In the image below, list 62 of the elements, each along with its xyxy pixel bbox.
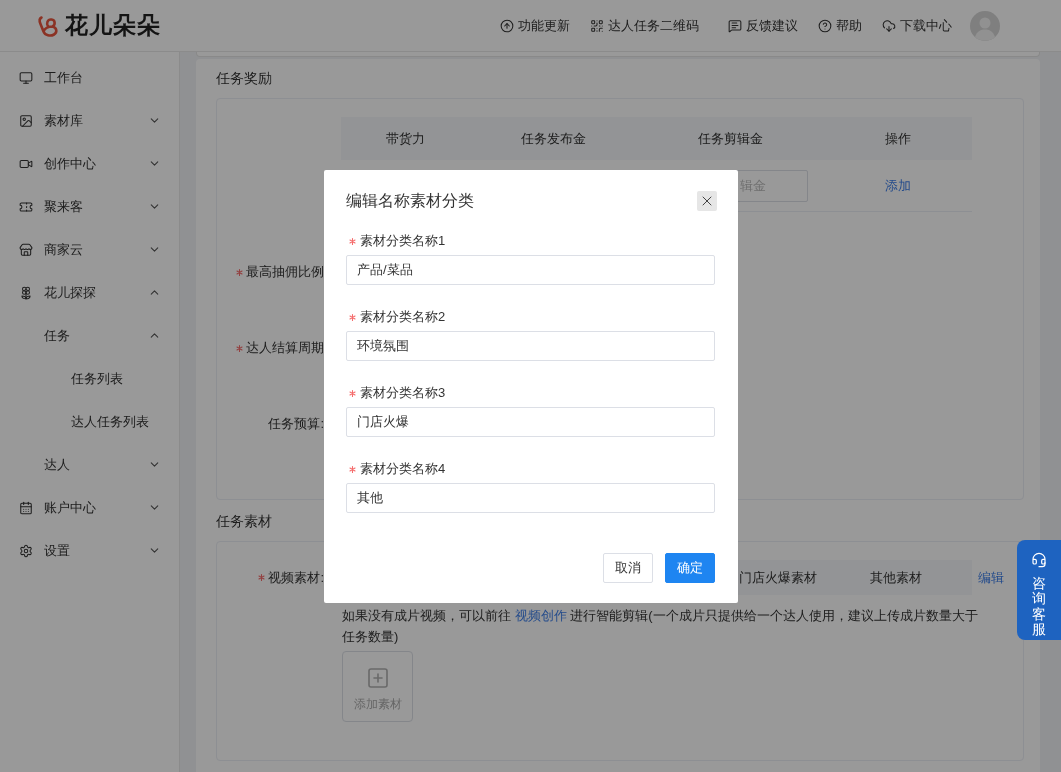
sidebar-item[interactable]: 聚来客 xyxy=(0,185,179,228)
field-label: 素材分类名称2 xyxy=(360,308,446,326)
plus-icon xyxy=(365,666,390,690)
sidebar-item[interactable]: 工作台 xyxy=(0,56,179,99)
cloud-download-icon xyxy=(882,18,896,33)
headset-icon xyxy=(1031,552,1047,568)
column-header: 操作 xyxy=(884,129,911,148)
logo-text: 花儿朵朵 xyxy=(65,11,161,40)
confirm-button[interactable]: 确定 xyxy=(665,553,715,583)
close-button[interactable] xyxy=(697,191,717,211)
image-icon xyxy=(19,113,33,128)
section-title: 任务素材 xyxy=(216,512,272,531)
store-icon xyxy=(19,242,33,257)
support-button[interactable]: 咨询客服 xyxy=(1017,540,1061,640)
column-header: 其他素材 xyxy=(870,568,922,587)
monitor-icon xyxy=(19,70,33,85)
field-label: 素材分类名称4 xyxy=(360,460,446,478)
header-link[interactable]: 帮助 xyxy=(818,16,862,35)
field-label: 素材分类名称3 xyxy=(360,384,446,402)
sidebar-item[interactable]: 素材库 xyxy=(0,99,179,142)
sidebar-item[interactable]: 任务 xyxy=(0,314,179,357)
header-link[interactable]: 达人任务二维码 xyxy=(590,16,699,35)
cancel-button[interactable]: 取消 xyxy=(603,553,653,583)
column-header: 任务发布金 xyxy=(520,129,586,148)
ticket-icon xyxy=(19,199,33,214)
header-link[interactable]: 反馈建议 xyxy=(728,16,798,35)
column-header: 门店火爆素材 xyxy=(739,568,817,587)
field-label: 任务预算: xyxy=(268,415,324,433)
sidebar-item[interactable]: 花儿探探 xyxy=(0,271,179,314)
input-field[interactable]: 其他 xyxy=(346,483,715,513)
qr-code-icon xyxy=(590,18,604,33)
column-header: 任务剪辑金 xyxy=(697,129,763,148)
header-link[interactable]: 下载中心 xyxy=(882,16,952,35)
sidebar-item[interactable]: 商家云 xyxy=(0,228,179,271)
field-label: 达人结算周期 xyxy=(246,339,324,357)
field-label: 素材分类名称1 xyxy=(360,232,446,250)
dialog-title: 编辑名称素材分类 xyxy=(346,190,474,211)
sidebar-item[interactable]: 任务列表 xyxy=(0,357,179,400)
logo-icon xyxy=(36,13,60,38)
sidebar-item[interactable]: 达人 xyxy=(0,443,179,486)
input-field[interactable]: 产品/菜品 xyxy=(346,255,715,285)
hint-text: 如果没有成片视频，可以前往 视频创作 进行智能剪辑(一个成片只提供给一个达人使用，建议上传成片数量大于任务数量) xyxy=(342,607,979,646)
input-field[interactable]: 门店火爆 xyxy=(346,407,715,437)
arrow-up-circle-icon xyxy=(500,18,514,33)
calendar-icon xyxy=(19,500,33,515)
edit-link[interactable]: 编辑 xyxy=(972,568,1004,587)
field-label: 视频素材: xyxy=(268,568,324,587)
add-link[interactable]: 添加 xyxy=(884,176,911,195)
section-title: 任务奖励 xyxy=(216,69,272,88)
sidebar-item[interactable]: 创作中心 xyxy=(0,142,179,185)
input-field[interactable]: 环境氛围 xyxy=(346,331,715,361)
column-header: 带货力 xyxy=(385,129,425,148)
flower-icon xyxy=(19,285,33,300)
settings-icon xyxy=(19,543,33,558)
video-creation-link[interactable]: 视频创作 xyxy=(514,608,567,623)
header-link[interactable]: 功能更新 xyxy=(500,16,570,35)
message-icon xyxy=(728,18,742,33)
sidebar-item[interactable]: 账户中心 xyxy=(0,486,179,529)
help-icon xyxy=(818,18,832,33)
sidebar-item[interactable]: 达人任务列表 xyxy=(0,400,179,443)
sidebar-item[interactable]: 设置 xyxy=(0,529,179,572)
field-label: 最高抽佣比例 xyxy=(246,263,324,281)
